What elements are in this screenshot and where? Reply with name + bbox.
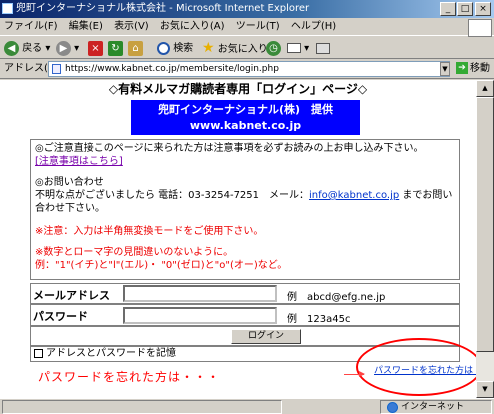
- security-zone: インターネット: [380, 400, 492, 414]
- print-button[interactable]: [316, 40, 330, 57]
- home-button[interactable]: ⌂: [128, 40, 143, 57]
- ie-icon: [2, 3, 13, 14]
- forward-arrow-icon: ▶: [56, 40, 71, 56]
- status-bar: インターネット: [0, 398, 494, 414]
- mail-icon: [287, 43, 301, 53]
- window-title: 兜町インターナショナル株式会社 - Microsoft Internet Exp…: [16, 3, 310, 14]
- page-content: ◇有料メルマガ購読者専用「ログイン」ページ◇ 兜町インターナショナル(株) 提供…: [0, 80, 476, 398]
- toolbar: ◀ 戻る ▾ ▶ ▾ × ↻ ⌂ 検索 ★ お気に入り ◷ ▾: [0, 37, 494, 59]
- confusion-example: 例："1"(イチ)と"l"(エル)・ "0"(ゼロ)と"o"(オー)など。: [35, 260, 288, 271]
- history-icon: ◷: [266, 40, 281, 56]
- stop-icon: ×: [88, 40, 103, 56]
- page-heading: ◇有料メルマガ購読者専用「ログイン」ページ◇: [108, 82, 368, 96]
- globe-icon: [387, 402, 398, 413]
- forward-button[interactable]: ▶ ▾: [56, 40, 79, 57]
- search-icon: [157, 41, 170, 55]
- password-input[interactable]: [123, 307, 277, 324]
- windows-logo-icon: [468, 19, 492, 37]
- confusion-warning: ※数字とローマ字の見間違いのないように。: [35, 247, 234, 258]
- password-example: 例 123a45c: [287, 314, 351, 325]
- vertical-scrollbar[interactable]: ▲ ▼: [476, 80, 494, 398]
- refresh-icon: ↻: [108, 40, 123, 56]
- contact-email-link[interactable]: info@kabnet.co.jp: [309, 190, 399, 201]
- page-icon: [52, 64, 61, 74]
- scroll-up-button[interactable]: ▲: [476, 80, 494, 97]
- input-mode-warning: ※注意：入力は半角無変換モードをご使用下さい。: [35, 226, 264, 237]
- contact-title: ◎お問い合わせ: [35, 177, 104, 188]
- notice-box: ◎ご注意直接このページに来られた方は注意事項を必ずお読みの上お申し込み下さい。 …: [30, 139, 460, 280]
- address-bar: アドレス(D) https://www.kabnet.co.jp/members…: [0, 59, 494, 79]
- home-icon: ⌂: [128, 40, 143, 56]
- login-button[interactable]: ログイン: [231, 329, 301, 344]
- back-button[interactable]: ◀ 戻る ▾: [4, 40, 50, 57]
- password-row: パスワード 例 123a45c: [30, 304, 460, 326]
- email-row: メールアドレス 例 abcd@efg.ne.jp: [30, 283, 460, 304]
- menu-favorites[interactable]: お気に入り(A): [160, 21, 225, 32]
- refresh-button[interactable]: ↻: [108, 40, 123, 57]
- email-example: 例 abcd@efg.ne.jp: [287, 292, 386, 303]
- banner-company: 兜町インターナショナル(株) 提供: [157, 103, 334, 116]
- menu-view[interactable]: 表示(V): [114, 21, 149, 32]
- email-label: メールアドレス: [33, 289, 110, 302]
- scroll-thumb[interactable]: [476, 97, 494, 352]
- back-arrow-icon: ◀: [4, 40, 19, 56]
- provider-banner: 兜町インターナショナル(株) 提供 www.kabnet.co.jp: [131, 100, 360, 135]
- go-arrow-icon: ➔: [456, 62, 468, 74]
- search-button[interactable]: 検索: [157, 40, 193, 57]
- url-input[interactable]: https://www.kabnet.co.jp/membersite/logi…: [48, 61, 450, 77]
- address-dropdown-button[interactable]: ▼: [440, 62, 450, 76]
- history-button[interactable]: ◷: [266, 40, 281, 57]
- zone-label: インターネット: [401, 402, 465, 412]
- password-label: パスワード: [33, 310, 88, 323]
- status-text-area: [2, 400, 282, 414]
- menu-edit[interactable]: 編集(E): [69, 21, 103, 32]
- browser-window: 兜町インターナショナル株式会社 - Microsoft Internet Exp…: [0, 0, 494, 414]
- banner-url: www.kabnet.co.jp: [189, 119, 302, 132]
- annotation-text: パスワードを忘れた方は・・・: [38, 370, 221, 384]
- contact-text: 不明な点がございましたら 電話：03-3254-7251 メール：info@ka…: [35, 190, 453, 214]
- email-input[interactable]: [123, 285, 277, 302]
- maximize-button[interactable]: □: [457, 2, 473, 16]
- annotation-arrow-head: [359, 371, 365, 377]
- stop-button[interactable]: ×: [88, 40, 103, 57]
- menu-tools[interactable]: ツール(T): [236, 21, 280, 32]
- remember-checkbox[interactable]: [34, 348, 43, 358]
- menu-file[interactable]: ファイル(F): [4, 21, 58, 32]
- scroll-down-button[interactable]: ▼: [476, 381, 494, 398]
- menu-bar: ファイル(F) 編集(E) 表示(V) お気に入り(A) ツール(T) ヘルプ(…: [0, 18, 494, 36]
- printer-icon: [316, 42, 330, 54]
- notice-link[interactable]: [注意事項はこちら]: [35, 156, 123, 167]
- favorites-button[interactable]: ★ お気に入り: [202, 40, 268, 57]
- forgot-password-link[interactable]: パスワードを忘れた方は・・・: [374, 363, 476, 376]
- notice-text: ◎ご注意直接このページに来られた方は注意事項を必ずお読みの上お申し込み下さい。: [35, 143, 424, 154]
- minimize-button[interactable]: _: [440, 2, 456, 16]
- menu-help[interactable]: ヘルプ(H): [291, 21, 336, 32]
- star-icon: ★: [202, 40, 215, 56]
- url-text: https://www.kabnet.co.jp/membersite/logi…: [65, 64, 279, 74]
- go-button[interactable]: ➔ 移動: [456, 62, 490, 76]
- close-button[interactable]: ×: [475, 2, 491, 16]
- title-bar: 兜町インターナショナル株式会社 - Microsoft Internet Exp…: [0, 0, 494, 18]
- mail-button[interactable]: ▾: [287, 40, 309, 57]
- remember-label: アドレスとパスワードを記憶: [46, 348, 176, 359]
